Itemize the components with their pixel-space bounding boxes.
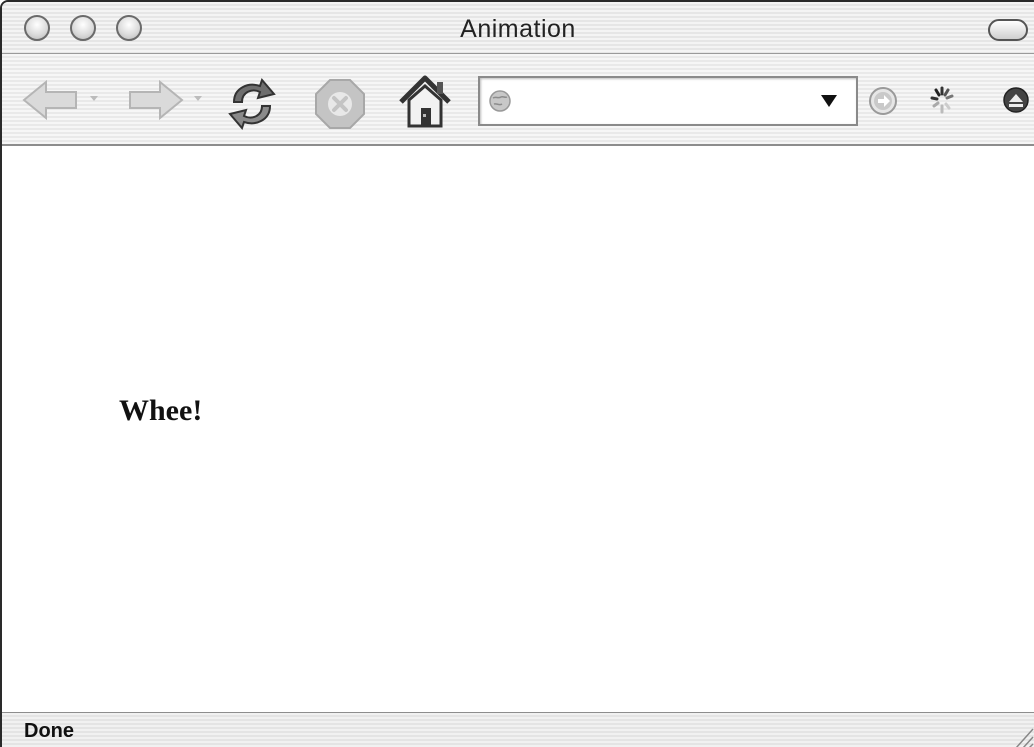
globe-icon [489,90,511,112]
animated-text: Whee! [119,394,203,427]
reload-button[interactable] [224,76,280,132]
status-text: Done [24,720,74,742]
back-button[interactable] [22,78,80,122]
dropdown-arrow-icon [90,96,98,101]
eject-icon [1003,87,1029,113]
page-content: Whee! [2,146,1034,712]
browser-window: Animation Whee! Done [0,0,1034,747]
address-dropdown-icon[interactable] [820,92,838,110]
title-bar[interactable]: Animation [2,2,1034,54]
status-bar: Done [2,712,1034,747]
toolbar-toggle-button[interactable] [988,19,1028,41]
reload-icon [228,78,276,130]
back-arrow-icon [22,79,77,121]
forward-history-dropdown[interactable] [192,92,204,104]
sidebar-button[interactable] [1002,86,1030,114]
address-input[interactable] [520,86,810,116]
address-bar[interactable] [478,76,858,126]
navigation-toolbar [2,54,1034,146]
loading-throbber [928,84,956,116]
resize-grip-icon[interactable] [1012,719,1034,747]
forward-button[interactable] [126,78,184,122]
go-button[interactable] [868,86,898,116]
loading-spinner-icon [930,86,954,114]
back-history-dropdown[interactable] [88,92,100,104]
window-title: Animation [460,15,576,43]
home-button[interactable] [397,74,453,130]
stop-icon [315,79,365,129]
forward-arrow-icon [129,79,184,121]
dropdown-arrow-icon [194,96,202,101]
home-icon [399,75,451,128]
go-arrow-icon [869,87,897,115]
stop-button[interactable] [314,78,366,130]
